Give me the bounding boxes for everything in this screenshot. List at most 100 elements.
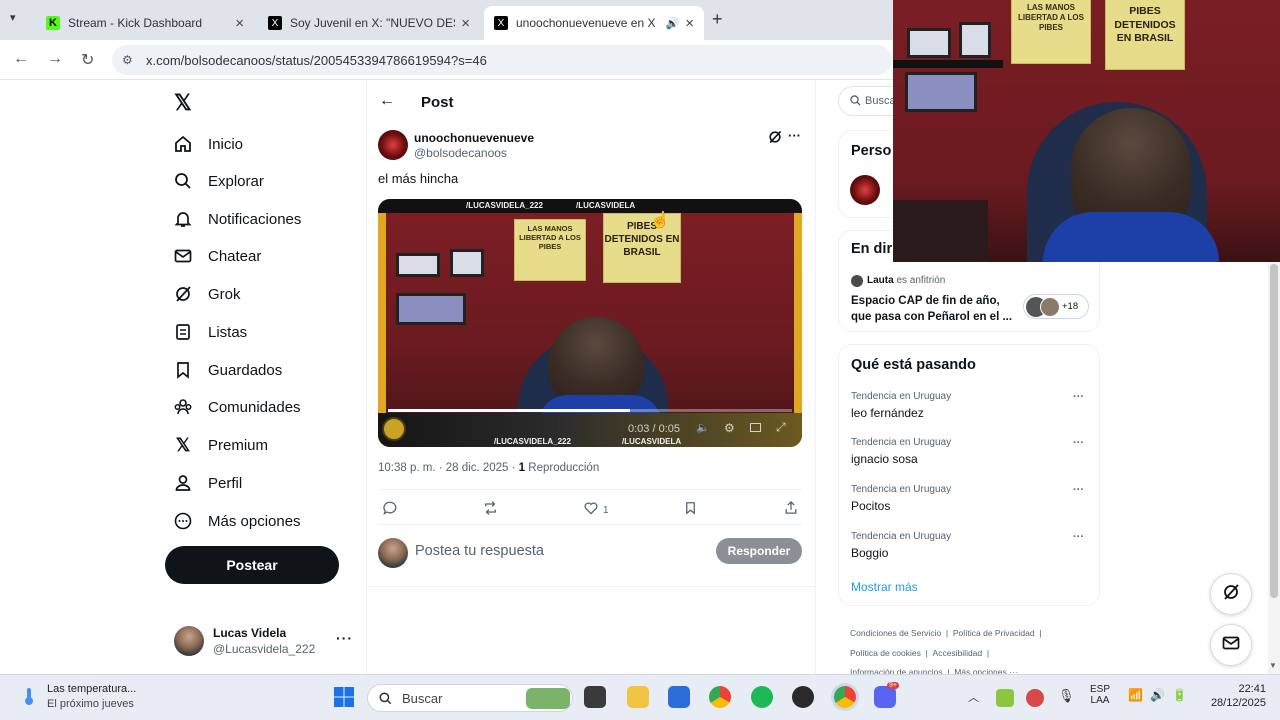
tray-app-icon[interactable]: [996, 689, 1014, 707]
windows-start-icon[interactable]: [333, 686, 355, 708]
sidebar-item-notificaciones[interactable]: Notificaciones: [172, 204, 301, 234]
messages-floating-button[interactable]: [1210, 624, 1252, 666]
trend-item[interactable]: Tendencia en Uruguay Pocitos ···: [839, 478, 1101, 522]
fullscreen-icon[interactable]: ⤢: [776, 420, 786, 435]
footer-accessibility-link[interactable]: Accesibilidad: [933, 648, 983, 658]
space-title[interactable]: Espacio CAP de fin de año, que pasa con …: [851, 294, 1013, 325]
more-icon[interactable]: ···: [336, 630, 353, 646]
sidebar-item-chatear[interactable]: Chatear: [172, 241, 261, 271]
task-view-icon[interactable]: [584, 686, 606, 708]
search-placeholder: Busca: [865, 95, 896, 107]
sidebar-item-premium[interactable]: 𝕏 Premium: [172, 430, 268, 460]
show-more-link[interactable]: Mostrar más: [851, 580, 918, 594]
weather-title[interactable]: Las temperatura...: [47, 683, 136, 695]
file-explorer-icon[interactable]: [627, 686, 649, 708]
close-tab-icon[interactable]: ×: [461, 15, 470, 32]
reply-input[interactable]: Postea tu respuesta: [415, 543, 544, 559]
sidebar-item-perfil[interactable]: Perfil: [172, 468, 242, 498]
sidebar-item-listas[interactable]: Listas: [172, 317, 247, 347]
weather-icon[interactable]: [20, 686, 38, 705]
like-button[interactable]: 1: [583, 500, 609, 521]
tab-soy-juvenil[interactable]: X Soy Juvenil en X: "NUEVO DEST ×: [258, 6, 480, 40]
tab-title: Stream - Kick Dashboard: [68, 16, 203, 30]
listener-count: +18: [1062, 301, 1079, 312]
author-name[interactable]: unoochonuevenueve: [414, 131, 534, 145]
close-tab-icon[interactable]: ×: [235, 15, 244, 32]
more-icon[interactable]: ···: [1073, 484, 1084, 496]
search-placeholder: Buscar: [402, 691, 443, 706]
battery-icon[interactable]: 🔋: [1172, 688, 1187, 702]
bookmark-icon[interactable]: [683, 500, 698, 521]
reply-icon[interactable]: [382, 500, 398, 521]
footer-cookies-link[interactable]: Política de cookies: [850, 648, 921, 658]
x-home-logo[interactable]: 𝕏: [174, 90, 192, 116]
sidebar-item-inicio[interactable]: Inicio: [172, 129, 243, 159]
repost-icon[interactable]: [482, 500, 499, 521]
taskbar-search[interactable]: Buscar: [367, 684, 573, 712]
grok-explain-icon[interactable]: [767, 129, 783, 145]
trend-name: Pocitos: [851, 499, 891, 513]
more-icon[interactable]: ···: [1073, 531, 1084, 543]
speaker-icon[interactable]: 🔊: [666, 17, 680, 30]
footer-privacy-link[interactable]: Política de Privacidad: [953, 628, 1035, 638]
sidebar-item-grok[interactable]: Grok: [172, 279, 241, 309]
post-button[interactable]: Postear: [165, 546, 339, 584]
chrome-icon[interactable]: [709, 686, 731, 708]
volume-icon[interactable]: 🔊: [1150, 688, 1165, 702]
spotify-icon[interactable]: [751, 686, 773, 708]
chrome-active-icon[interactable]: [834, 686, 856, 708]
wifi-icon[interactable]: 📶: [1128, 688, 1143, 702]
author-handle[interactable]: @bolsodecanoos: [414, 146, 507, 160]
plays-label: Reproducción: [528, 462, 600, 474]
language-indicator[interactable]: ESP LAA: [1090, 684, 1110, 706]
space-listeners[interactable]: +18: [1023, 294, 1089, 319]
settings-icon[interactable]: ⚙: [724, 421, 735, 435]
back-arrow-icon[interactable]: ←: [379, 92, 395, 110]
video-progress-track[interactable]: [388, 409, 792, 412]
trend-item[interactable]: Tendencia en Uruguay leo fernández ···: [839, 385, 1101, 429]
share-icon[interactable]: [783, 499, 799, 521]
sidebar-item-guardados[interactable]: Guardados: [172, 355, 282, 385]
footer-terms-link[interactable]: Condiciones de Servicio: [850, 628, 941, 638]
scroll-down-arrow-icon[interactable]: ▼: [1269, 661, 1277, 670]
sidebar-item-mas-opciones[interactable]: Más opciones: [172, 506, 301, 536]
reload-icon[interactable]: ↻: [81, 50, 94, 70]
more-icon[interactable]: ···: [1073, 391, 1084, 403]
grok-floating-button[interactable]: [1210, 573, 1252, 615]
new-tab-icon[interactable]: +: [712, 9, 723, 30]
trend-item[interactable]: Tendencia en Uruguay ignacio sosa ···: [839, 431, 1101, 475]
obs-icon[interactable]: [792, 686, 814, 708]
tab-kick-dashboard[interactable]: K Stream - Kick Dashboard ×: [36, 6, 254, 40]
forward-icon[interactable]: →: [47, 50, 63, 68]
grok-icon: [172, 283, 194, 305]
scrollbar-thumb[interactable]: [1270, 264, 1278, 598]
site-settings-icon[interactable]: ⚙: [122, 53, 133, 67]
tab-active-post[interactable]: X unoochonuevenueve en X 🔊 ×: [484, 6, 704, 40]
pip-icon[interactable]: [750, 423, 761, 432]
sidebar-item-label: Listas: [208, 323, 248, 341]
discord-icon[interactable]: [874, 686, 896, 708]
wall-sign: PIBES DETENIDOS EN BRASIL: [1105, 0, 1185, 70]
search-input[interactable]: Busca: [838, 86, 898, 116]
mail-app-icon[interactable]: [668, 686, 690, 708]
tray-app-icon[interactable]: [1026, 689, 1044, 707]
trend-item[interactable]: Tendencia en Uruguay Boggio ···: [839, 525, 1101, 569]
tab-list-chevron-icon[interactable]: ▾: [10, 11, 16, 24]
close-tab-icon[interactable]: ×: [685, 15, 694, 32]
more-icon[interactable]: ···: [1073, 437, 1084, 449]
url-field[interactable]: ⚙ x.com/bolsodecanoos/status/20054533947…: [112, 45, 892, 75]
more-icon[interactable]: ···: [788, 128, 801, 143]
back-icon[interactable]: ←: [13, 50, 29, 68]
microphone-icon[interactable]: 🎙: [1058, 688, 1075, 704]
account-switcher[interactable]: Lucas Videla @Lucasvidela_222 ···: [170, 622, 360, 662]
wall-sign: LAS MANOS LIBERTAD A LOS PIBES: [514, 219, 586, 281]
avatar[interactable]: [850, 175, 880, 205]
tray-overflow-icon[interactable]: ︿: [968, 689, 979, 705]
reply-button[interactable]: Responder: [716, 538, 802, 564]
sidebar-item-comunidades[interactable]: Comunidades: [172, 392, 301, 422]
sidebar-item-explorar[interactable]: Explorar: [172, 166, 264, 196]
volume-icon[interactable]: 🔈: [696, 421, 710, 434]
clock[interactable]: 22:41 28/12/2025: [1200, 683, 1266, 709]
author-avatar[interactable]: [378, 130, 408, 160]
video-player[interactable]: /LUCASVIDELA_222 /LUCASVIDELA LAS MANOS …: [378, 199, 802, 447]
